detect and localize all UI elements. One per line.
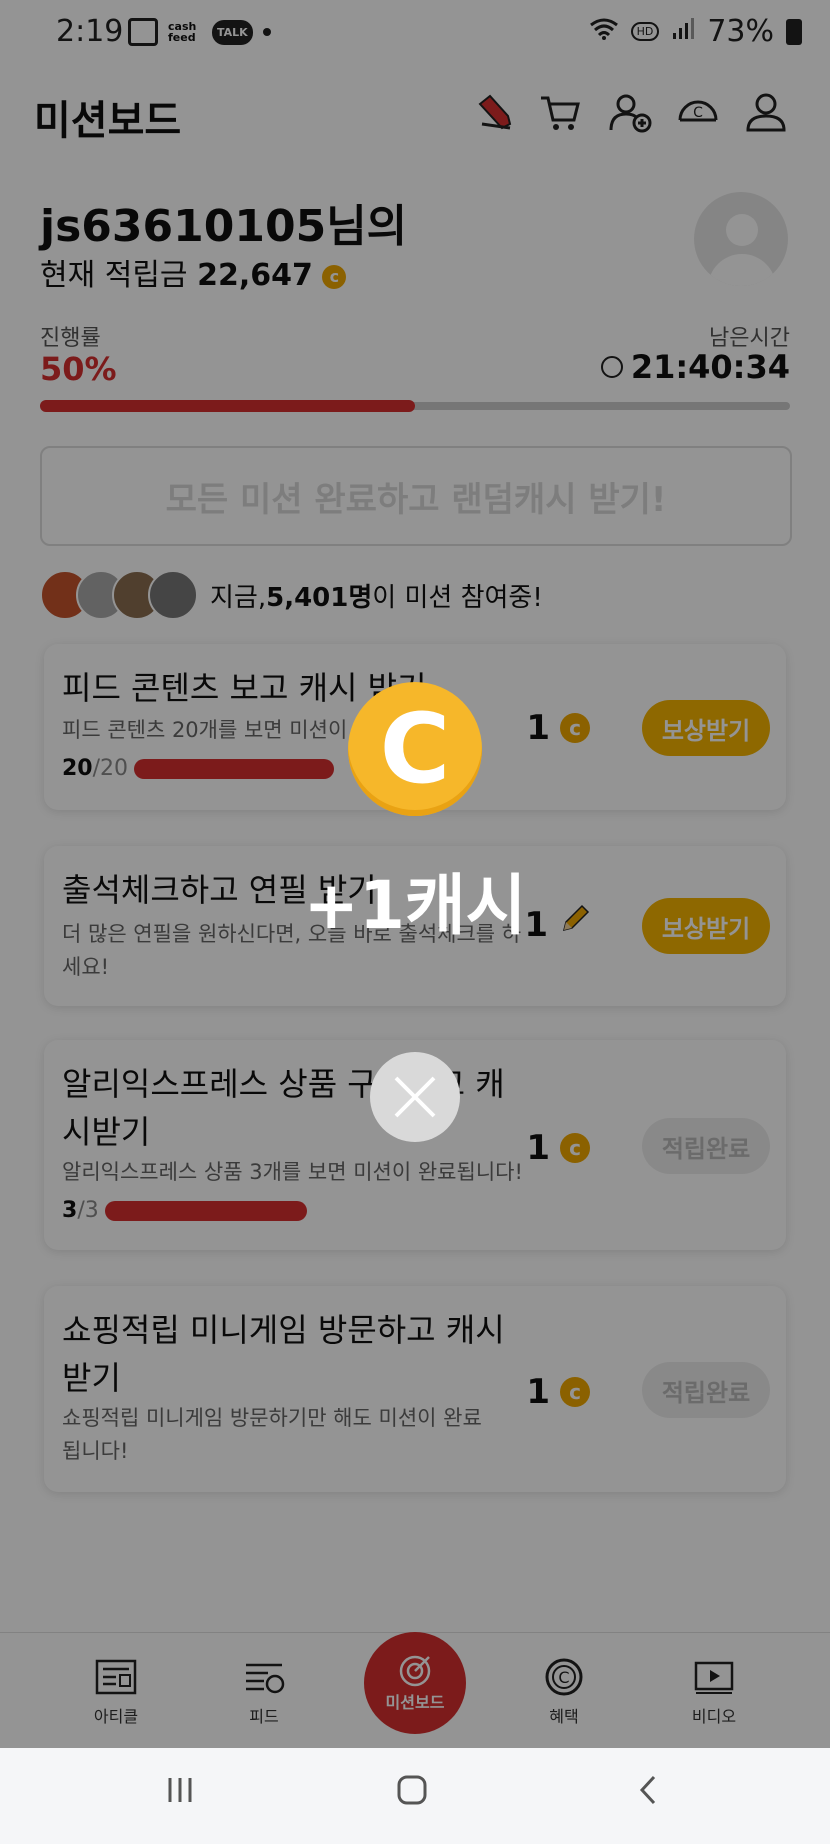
coin-letter: C <box>379 693 451 805</box>
close-icon <box>394 1076 436 1118</box>
recent-apps-icon[interactable] <box>164 1774 196 1815</box>
big-coin-icon: C <box>348 682 482 816</box>
close-button[interactable] <box>370 1052 460 1142</box>
system-nav-bar <box>0 1748 830 1844</box>
home-icon[interactable] <box>396 1774 428 1815</box>
reward-popup-text: +1캐시 <box>303 867 527 944</box>
back-icon[interactable] <box>632 1774 664 1815</box>
